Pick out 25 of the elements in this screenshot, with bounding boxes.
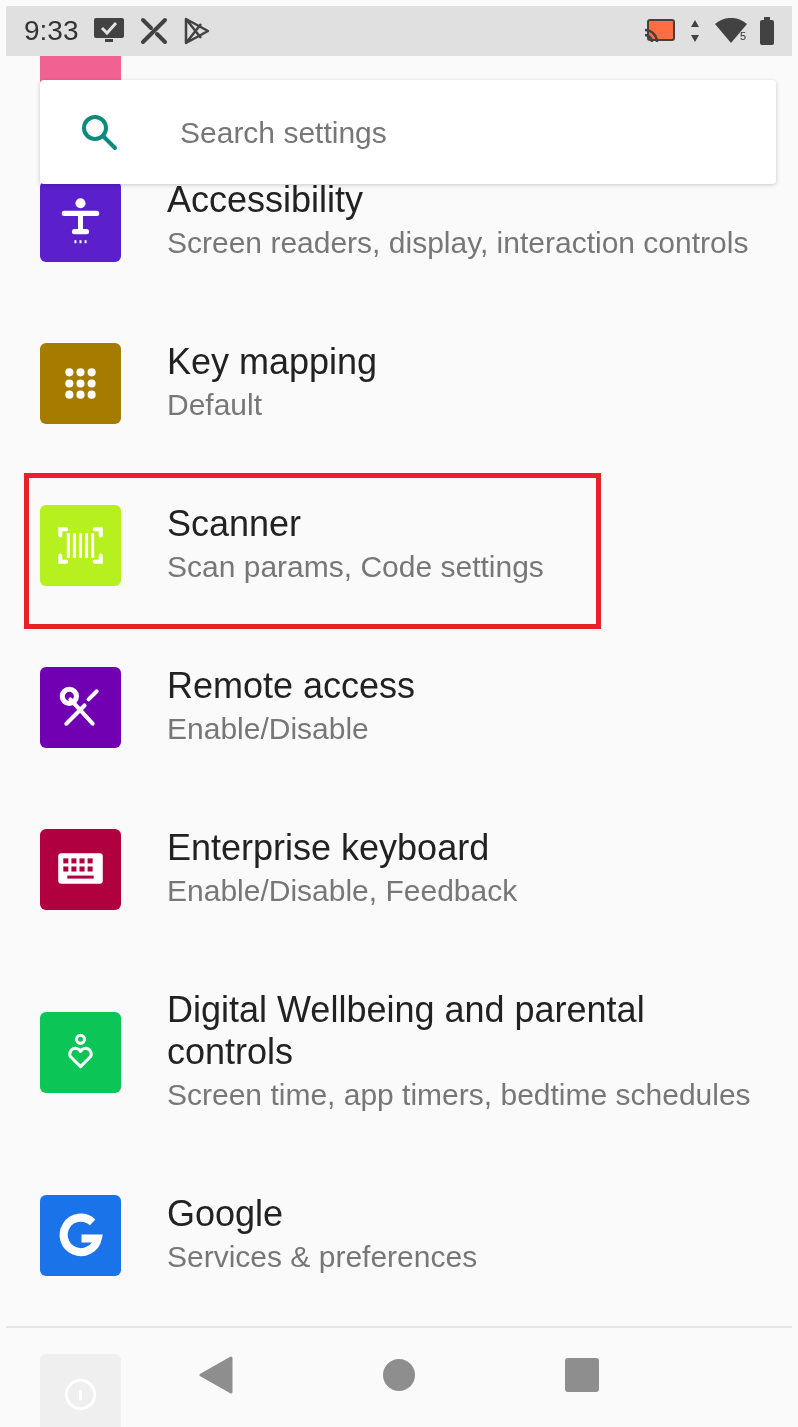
wifi-label: 5 [739, 28, 746, 44]
cast-icon [643, 18, 676, 44]
item-title: Scanner [167, 503, 303, 545]
item-title: Digital Wellbeing and parental controls [167, 989, 646, 1073]
item-subtitle: Default [167, 387, 264, 423]
item-subtitle: Enable/Disable, Feedback [167, 873, 519, 909]
item-title: Key mapping [167, 341, 379, 383]
item-title: Remote access [167, 665, 417, 707]
home-icon[interactable] [383, 1359, 415, 1391]
data-arrows-icon [689, 19, 700, 43]
item-subtitle: Screen readers, display, interaction controls [167, 225, 750, 261]
status-time: 9:33 [24, 14, 79, 48]
item-subtitle: Enable/Disable [167, 711, 370, 747]
battery-icon [760, 17, 774, 45]
item-title: Google [167, 1193, 285, 1235]
back-icon[interactable] [199, 1356, 233, 1394]
search-placeholder: Search settings [180, 114, 387, 151]
item-subtitle: Services & preferences [167, 1239, 479, 1275]
item-subtitle: Screen time, app timers, bedtime schedules [167, 1077, 752, 1113]
play-outline-icon [182, 16, 211, 46]
item-title: Enterprise keyboard [167, 827, 491, 869]
search-icon [80, 113, 118, 151]
wifi-icon [713, 18, 748, 44]
item-subtitle: Scan params, Code settings [167, 549, 545, 585]
search-bar[interactable]: Search settings [40, 80, 776, 184]
